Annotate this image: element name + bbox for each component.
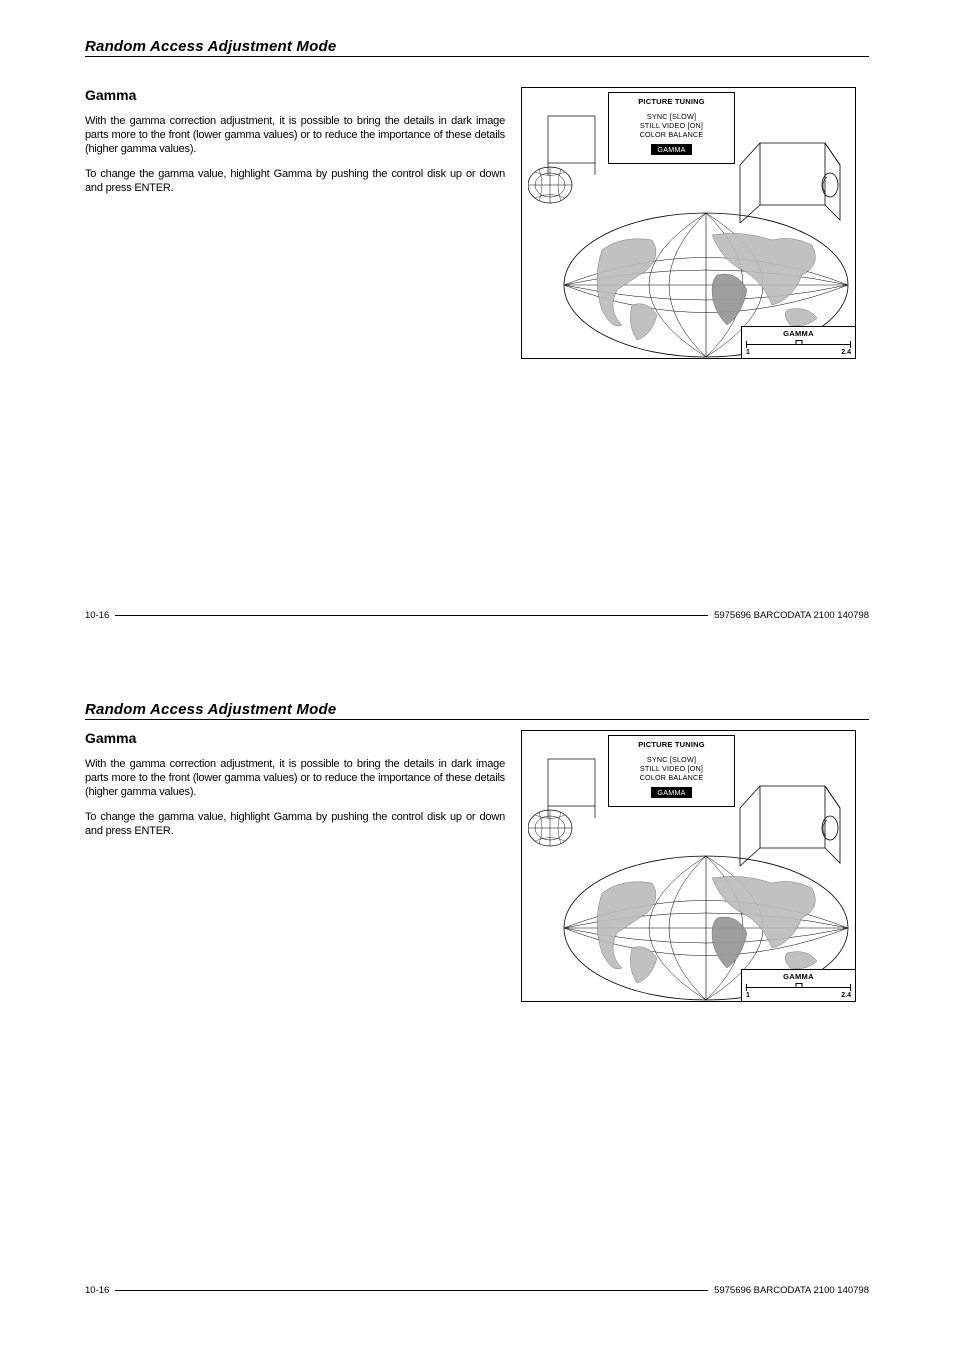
menu-item-gamma-selected: GAMMA [651, 787, 691, 798]
content-row: Gamma With the gamma correction adjustme… [85, 87, 869, 359]
paragraph-1: With the gamma correction adjustment, it… [85, 115, 505, 156]
menu-item-color-balance: COLOR BALANCE [609, 130, 734, 139]
gamma-min-label: 1 [746, 349, 750, 356]
gamma-slider[interactable] [746, 983, 851, 991]
menu-item-gamma-selected: GAMMA [651, 144, 691, 155]
footer-rule [115, 615, 708, 616]
gamma-box-title: GAMMA [746, 329, 851, 338]
menu-item-sync: SYNC [SLOW] [609, 112, 734, 121]
gamma-slider-box: GAMMA 1 2.4 [741, 326, 856, 359]
projector-small-icon [528, 111, 613, 221]
paragraph-2: To change the gamma value, highlight Gam… [85, 811, 505, 839]
picture-tuning-menu: PICTURE TUNING SYNC [SLOW] STILL VIDEO [… [608, 92, 735, 164]
footer-document-id: 5975696 BARCODATA 2100 140798 [714, 610, 869, 621]
menu-item-still-video: STILL VIDEO [ON] [609, 764, 734, 773]
section-header: Random Access Adjustment Mode [85, 38, 869, 57]
gamma-slider-labels: 1 2.4 [746, 349, 851, 356]
paragraph-2: To change the gamma value, highlight Gam… [85, 168, 505, 196]
menu-title: PICTURE TUNING [609, 740, 734, 749]
gamma-max-label: 2.4 [841, 992, 851, 999]
menu-item-still-video: STILL VIDEO [ON] [609, 121, 734, 130]
gamma-slider-thumb[interactable] [795, 983, 802, 988]
gamma-box-title: GAMMA [746, 972, 851, 981]
header-title: Random Access Adjustment Mode [85, 38, 869, 55]
menu-item-sync: SYNC [SLOW] [609, 755, 734, 764]
menu-item-color-balance: COLOR BALANCE [609, 773, 734, 782]
gamma-min-label: 1 [746, 992, 750, 999]
header-title: Random Access Adjustment Mode [85, 701, 869, 718]
diagram-frame: PICTURE TUNING SYNC [SLOW] STILL VIDEO [… [521, 730, 856, 1002]
gamma-slider-box: GAMMA 1 2.4 [741, 969, 856, 1002]
footer-page-number: 10-16 [85, 610, 109, 621]
footer-page-number: 10-16 [85, 1285, 109, 1296]
page-bottom: Random Access Adjustment Mode Gamma With… [0, 675, 954, 1350]
gamma-slider-thumb[interactable] [795, 340, 802, 345]
section-title: Gamma [85, 87, 505, 103]
content-row: Gamma With the gamma correction adjustme… [85, 730, 869, 1002]
page-top: Random Access Adjustment Mode Gamma With… [0, 0, 954, 675]
projector-small-icon [528, 754, 613, 864]
section-header: Random Access Adjustment Mode [85, 701, 869, 720]
section-title: Gamma [85, 730, 505, 746]
text-column: Gamma With the gamma correction adjustme… [85, 87, 505, 359]
diagram-frame: PICTURE TUNING SYNC [SLOW] STILL VIDEO [… [521, 87, 856, 359]
diagram-column: PICTURE TUNING SYNC [SLOW] STILL VIDEO [… [521, 730, 856, 1002]
text-column: Gamma With the gamma correction adjustme… [85, 730, 505, 1002]
page-footer: 10-16 5975696 BARCODATA 2100 140798 [85, 1285, 869, 1296]
gamma-slider[interactable] [746, 340, 851, 348]
gamma-slider-labels: 1 2.4 [746, 992, 851, 999]
footer-document-id: 5975696 BARCODATA 2100 140798 [714, 1285, 869, 1296]
gamma-max-label: 2.4 [841, 349, 851, 356]
menu-title: PICTURE TUNING [609, 97, 734, 106]
diagram-column: PICTURE TUNING SYNC [SLOW] STILL VIDEO [… [521, 87, 856, 359]
footer-rule [115, 1290, 708, 1291]
paragraph-1: With the gamma correction adjustment, it… [85, 758, 505, 799]
page-footer: 10-16 5975696 BARCODATA 2100 140798 [85, 610, 869, 621]
picture-tuning-menu: PICTURE TUNING SYNC [SLOW] STILL VIDEO [… [608, 735, 735, 807]
